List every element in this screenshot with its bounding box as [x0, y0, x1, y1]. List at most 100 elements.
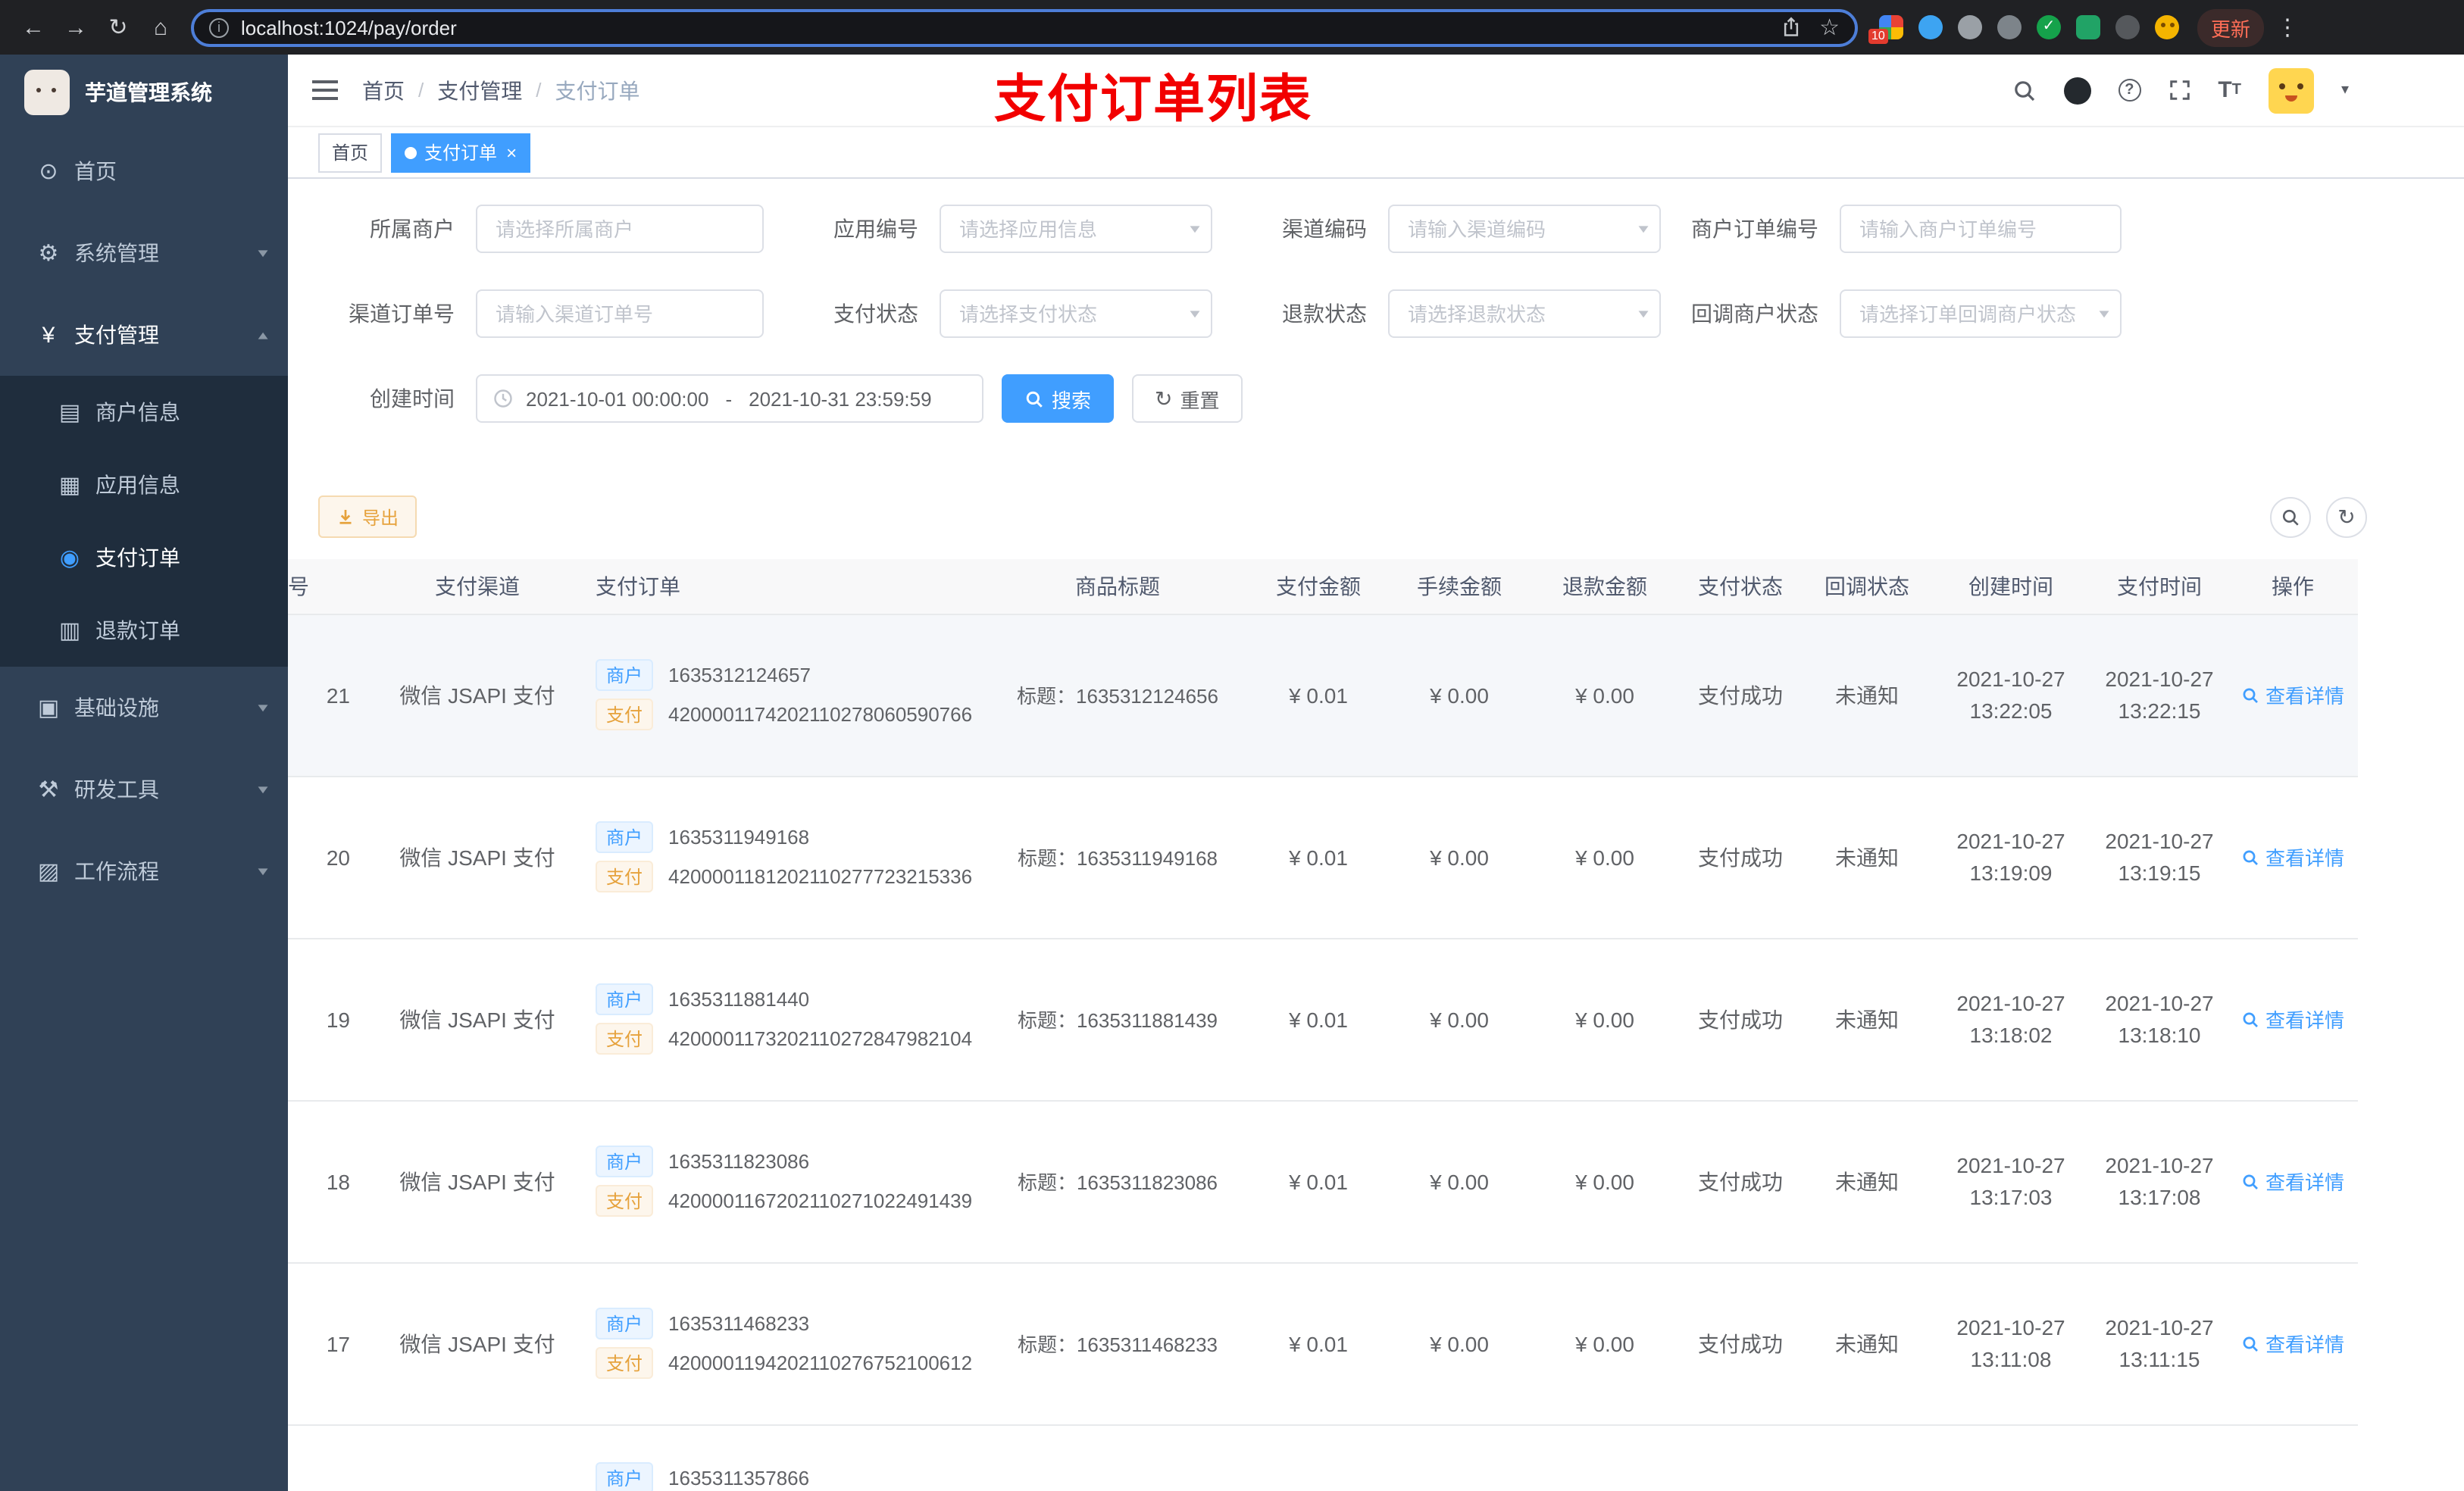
filter-label-notify-status: 回调商户状态 — [1691, 302, 1818, 326]
date-range-picker[interactable]: 2021-10-01 00:00:00 - 2021-10-31 23:59:5… — [476, 374, 983, 423]
bookmark-star-icon[interactable]: ☆ — [1819, 14, 1840, 41]
refund-status-select[interactable] — [1388, 289, 1661, 338]
cell-action: 查看详情 — [2228, 1262, 2358, 1425]
cell-pay-order: 商户 1635311823086 支付 4200001167202110271022… — [583, 1100, 985, 1263]
cell-fee: ¥ 0.00 — [1387, 1100, 1532, 1263]
cell-pay-time: 2021-10-27 13:11:15 — [2091, 1262, 2228, 1425]
cell-pay-time: 2021-10-27 13:17:08 — [2091, 1100, 2228, 1263]
channel-code-select[interactable] — [1388, 205, 1661, 253]
cell-status: 支付成功 — [1678, 1262, 1803, 1425]
breadcrumb-home[interactable]: 首页 — [362, 75, 405, 105]
extension-blue-icon[interactable] — [1918, 15, 1943, 39]
cell-channel: 微信 JSAPI 支付 — [371, 614, 583, 777]
orders-table: 编号 支付渠道 支付订单 商品标题 支付金额 手续金额 退款金额 支付状态 回调… — [288, 559, 2464, 1491]
reload-icon[interactable]: ↻ — [97, 6, 139, 48]
address-bar[interactable]: i localhost:1024/pay/order ☆ — [191, 8, 1858, 46]
hamburger-icon[interactable] — [312, 80, 338, 100]
table-header-row: 编号 支付渠道 支付订单 商品标题 支付金额 手续金额 退款金额 支付状态 回调… — [288, 559, 2358, 614]
col-amount: 支付金额 — [1250, 559, 1387, 614]
sidebar-item-pay-order[interactable]: ◉ 支付订单 — [0, 521, 288, 594]
export-button[interactable]: 导出 — [318, 495, 417, 538]
col-create-time: 创建时间 — [1931, 559, 2091, 614]
app-no-select[interactable] — [940, 205, 1212, 253]
tab-pay-order[interactable]: 支付订单 × — [391, 133, 531, 172]
search-button[interactable]: 搜索 — [1002, 374, 1115, 423]
extension-check-icon[interactable]: ✓ — [2037, 15, 2061, 39]
refresh-table-button[interactable]: ↻ — [2326, 496, 2367, 537]
extension-avatar-icon[interactable] — [2155, 15, 2179, 39]
cell-notify: 未通知 — [1803, 614, 1931, 777]
back-icon[interactable]: ← — [12, 6, 55, 48]
cell-title: 标题：1635311881439 — [985, 938, 1250, 1101]
browser-update-button[interactable]: 更新 — [2197, 8, 2265, 46]
cell-pay-order: 商户 1635311357866 — [583, 1424, 985, 1491]
cell-status: 支付成功 — [1678, 1100, 1803, 1263]
filter-label-merchant: 所属商户 — [370, 217, 455, 241]
sidebar-item-devtools[interactable]: ⚒ 研发工具 ▾ — [0, 749, 288, 830]
sidebar-item-refund-order[interactable]: ▥ 退款订单 — [0, 594, 288, 667]
sidebar-item-infra[interactable]: ▣ 基础设施 ▾ — [0, 667, 288, 749]
view-detail-link[interactable]: 查看详情 — [2241, 680, 2344, 709]
github-icon[interactable] — [2063, 77, 2091, 104]
reset-button[interactable]: ↻ 重置 — [1132, 374, 1243, 423]
pay-status-select[interactable] — [940, 289, 1212, 338]
chevron-down-icon: ▾ — [258, 700, 268, 715]
merchant-select-input[interactable] — [476, 205, 764, 253]
cell-action: 查看详情 — [2228, 614, 2358, 777]
toggle-search-button[interactable] — [2270, 496, 2311, 537]
extension-green-icon[interactable] — [2076, 15, 2100, 39]
sidebar-item-system[interactable]: ⚙ 系统管理 ▾ — [0, 212, 288, 294]
view-detail-link[interactable]: 查看详情 — [2241, 1005, 2344, 1033]
merchant-tag: 商户 — [596, 821, 654, 853]
table-toolbar: 导出 ↻ — [288, 459, 2464, 538]
sidebar-item-workflow[interactable]: ▨ 工作流程 ▾ — [0, 830, 288, 912]
url-text[interactable]: localhost:1024/pay/order — [241, 16, 457, 39]
cell-id: 17 — [288, 1262, 371, 1425]
magnifier-icon — [2282, 508, 2299, 525]
extension-gray2-icon[interactable] — [1997, 15, 2022, 39]
site-info-icon[interactable]: i — [209, 17, 229, 37]
cell-create-time: 2021-10-27 13:22:05 — [1931, 614, 2091, 777]
avatar-caret-icon[interactable]: ▾ — [2341, 82, 2349, 98]
sidebar-item-payment[interactable]: ¥ 支付管理 ▾ — [0, 294, 288, 376]
breadcrumb-payment[interactable]: 支付管理 — [437, 75, 522, 105]
share-icon[interactable] — [1780, 17, 1801, 38]
filter-label-pay-status: 支付状态 — [833, 302, 918, 326]
view-detail-link[interactable]: 查看详情 — [2241, 1329, 2344, 1358]
merchant-order-no-input[interactable] — [1840, 205, 2122, 253]
view-detail-link[interactable]: 查看详情 — [2241, 1167, 2344, 1196]
sidebar-item-app-info[interactable]: ▦ 应用信息 — [0, 449, 288, 521]
table-row: 20 微信 JSAPI 支付 商户 1635311949168 支付 4200001… — [288, 776, 2358, 939]
search-icon[interactable] — [2012, 78, 2036, 102]
date-end: 2021-10-31 23:59:59 — [749, 387, 932, 410]
channel-order-no: 4200001181202110277723215336 — [668, 865, 973, 888]
col-title: 商品标题 — [985, 559, 1250, 614]
merchant-order-no: 1635311468233 — [668, 1312, 810, 1335]
notify-status-select[interactable] — [1840, 289, 2122, 338]
forward-icon[interactable]: → — [55, 6, 97, 48]
cell-title: 标题：1635311949168 — [985, 776, 1250, 939]
cell-fee: ¥ 0.00 — [1387, 1262, 1532, 1425]
pay-tag: 支付 — [596, 1347, 654, 1379]
tab-close-icon[interactable]: × — [506, 143, 517, 161]
cell-id: 18 — [288, 1100, 371, 1263]
channel-order-no-input[interactable] — [476, 289, 764, 338]
user-avatar[interactable] — [2268, 67, 2314, 113]
font-size-icon[interactable]: TT — [2218, 79, 2241, 102]
question-icon[interactable]: ? — [2118, 79, 2141, 102]
extension-colorful-icon[interactable]: 10 — [1868, 15, 1903, 44]
extension-gray-icon[interactable] — [1958, 15, 1982, 39]
home-icon[interactable]: ⌂ — [139, 6, 182, 48]
view-detail-link[interactable]: 查看详情 — [2241, 842, 2344, 871]
extension-pin-icon[interactable] — [2115, 15, 2140, 39]
sidebar-item-merchant-info[interactable]: ▤ 商户信息 — [0, 376, 288, 449]
fullscreen-icon[interactable] — [2168, 79, 2190, 102]
browser-menu-icon[interactable]: ⋮ — [2276, 14, 2299, 41]
app-logo[interactable]: 芋道管理系统 — [0, 55, 288, 130]
sidebar-item-home[interactable]: ⊙ 首页 — [0, 130, 288, 212]
cell-refund: ¥ 0.00 — [1532, 776, 1678, 939]
cell-refund: ¥ 0.00 — [1532, 1262, 1678, 1425]
cell-notify: 未通知 — [1803, 938, 1931, 1101]
tab-home[interactable]: 首页 — [318, 133, 383, 172]
clock-icon — [494, 389, 512, 408]
